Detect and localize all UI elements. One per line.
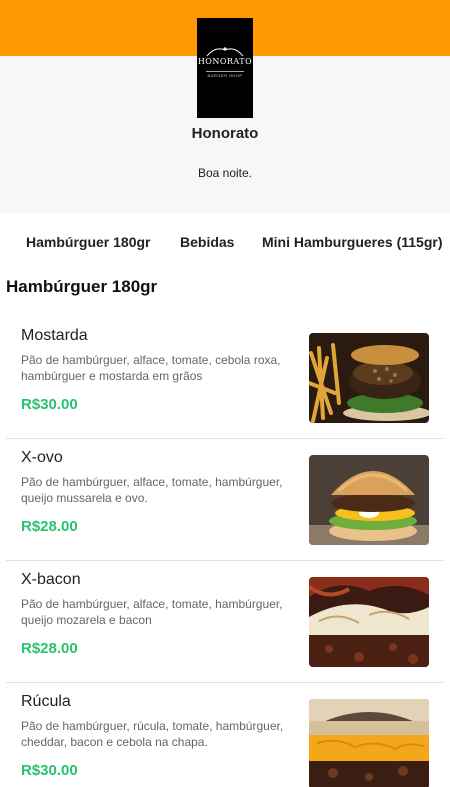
item-price: R$28.00 xyxy=(21,518,78,535)
menu-item-mostarda[interactable]: Mostarda Pão de hambúrguer, alface, toma… xyxy=(6,317,444,439)
logo-divider xyxy=(206,71,244,72)
menu-item-x-bacon[interactable]: X-bacon Pão de hambúrguer, alface, tomat… xyxy=(6,561,444,683)
item-price: R$28.00 xyxy=(21,640,78,657)
item-description: Pão de hambúrguer, alface, tomate, hambú… xyxy=(21,597,283,627)
menu-item-rucula[interactable]: Rúcula Pão de hambúrguer, rúcula, tomate… xyxy=(6,683,444,787)
burger-photo-rucula-icon xyxy=(309,699,429,787)
store-logo: HONORATO BURGER SHOP xyxy=(197,18,253,118)
item-description: Pão de hambúrguer, alface, tomate, hambú… xyxy=(21,475,283,505)
item-description: Pão de hambúrguer, alface, tomate, cebol… xyxy=(21,353,281,383)
item-name: Rúcula xyxy=(21,693,71,710)
store-name: Honorato xyxy=(191,125,259,142)
item-name: X-ovo xyxy=(21,449,63,466)
greeting-text: Boa noite. xyxy=(197,166,253,180)
section-title: Hambúrguer 180gr xyxy=(6,277,158,296)
tab-hamburguer-180gr[interactable]: Hambúrguer 180gr xyxy=(26,234,150,250)
menu-item-x-ovo[interactable]: X-ovo Pão de hambúrguer, alface, tomate,… xyxy=(6,439,444,561)
logo-subtext: BURGER SHOP xyxy=(207,73,243,78)
burger-photo-x-ovo-icon xyxy=(309,455,429,545)
item-description: Pão de hambúrguer, rúcula, tomate, hambú… xyxy=(21,719,284,749)
logo-wordmark: HONORATO xyxy=(197,57,253,66)
category-tabs: Hambúrguer 180gr Bebidas Mini Hamburguer… xyxy=(0,213,450,269)
item-price: R$30.00 xyxy=(21,396,78,413)
tab-mini-hamburgueres[interactable]: Mini Hamburgueres (115gr) xyxy=(262,234,443,250)
burger-photo-x-bacon-icon xyxy=(309,577,429,667)
item-name: X-bacon xyxy=(21,571,81,588)
burger-photo-mostarda-icon xyxy=(309,333,429,423)
item-name: Mostarda xyxy=(21,327,88,344)
tab-bebidas[interactable]: Bebidas xyxy=(180,234,234,250)
logo-ornament-icon xyxy=(206,47,244,57)
item-price: R$30.00 xyxy=(21,762,78,779)
